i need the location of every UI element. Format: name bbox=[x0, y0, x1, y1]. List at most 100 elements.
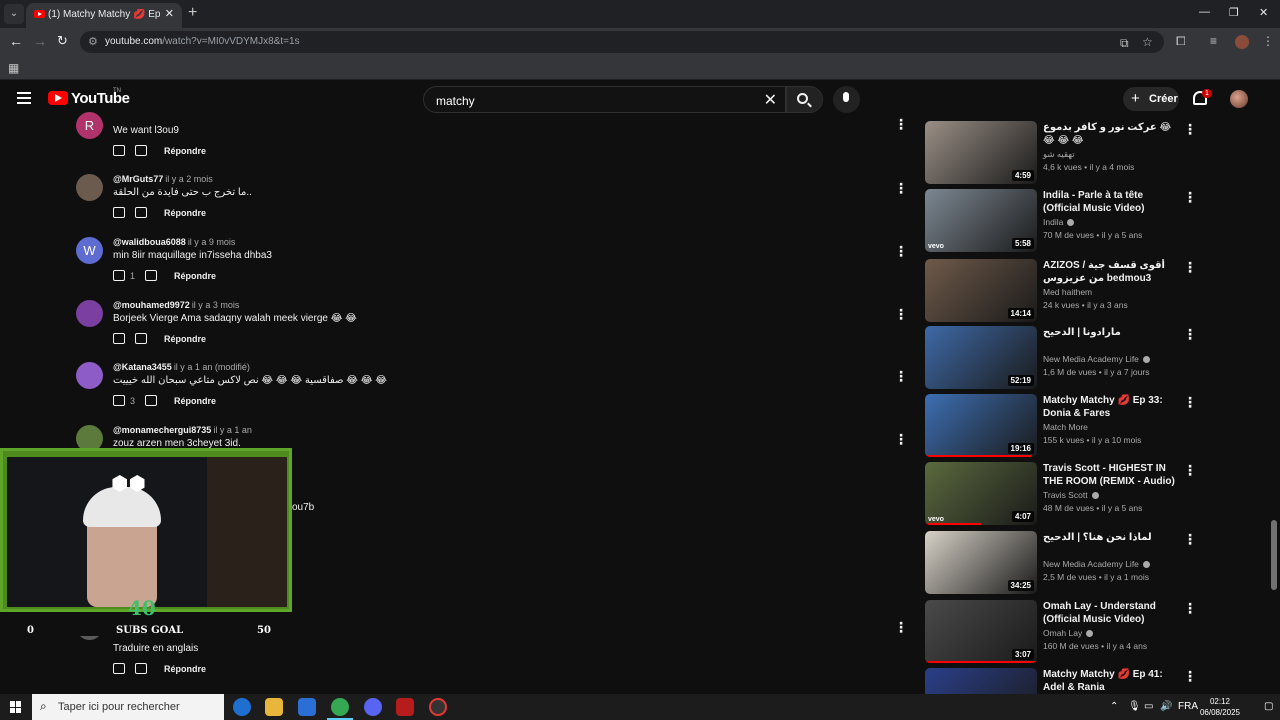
video-title[interactable]: Matchy Matchy 💋 Ep 33: Donia & Fares bbox=[1043, 394, 1181, 420]
discord-icon[interactable] bbox=[364, 698, 382, 716]
comment-avatar[interactable]: W bbox=[76, 237, 103, 264]
recommended-video[interactable]: 34:25 لماذا نحن هنا؟ | الدحيح New Media Ac… bbox=[925, 531, 1197, 595]
comment-author[interactable]: @MrGuts77 bbox=[113, 174, 163, 184]
recommended-video[interactable]: 14:14 AZIZOS / أقوى قسف جية من عزيزوس bed… bbox=[925, 259, 1197, 323]
video-more-icon[interactable]: ⋮ bbox=[1183, 600, 1197, 617]
reply-button[interactable]: Répondre bbox=[164, 146, 206, 156]
streaming-app-icon[interactable] bbox=[396, 698, 414, 716]
video-title[interactable]: Travis Scott - HIGHEST IN THE ROOM (REMI… bbox=[1043, 462, 1181, 488]
restore-icon[interactable]: ❐ bbox=[1229, 6, 1239, 19]
comment-time[interactable]: il y a 9 mois bbox=[188, 237, 236, 247]
browser-tab-active[interactable]: (1) Matchy Matchy 💋 Ep 24: H ✕ bbox=[26, 3, 182, 28]
minimize-icon[interactable]: — bbox=[1199, 6, 1210, 18]
like-icon[interactable] bbox=[113, 663, 125, 674]
video-more-icon[interactable]: ⋮ bbox=[1183, 121, 1197, 138]
comment-author[interactable]: @monamechergui8735 bbox=[113, 425, 211, 435]
video-more-icon[interactable]: ⋮ bbox=[1183, 394, 1197, 411]
like-icon[interactable] bbox=[113, 145, 125, 156]
system-clock[interactable]: 02:12 06/08/2025 bbox=[1199, 696, 1241, 718]
page-scrollbar[interactable] bbox=[1271, 520, 1277, 590]
site-info-icon[interactable]: ⚙ bbox=[88, 35, 98, 48]
edge-icon[interactable] bbox=[233, 698, 251, 716]
install-app-icon[interactable]: ⧉ bbox=[1120, 36, 1129, 51]
dislike-icon[interactable] bbox=[145, 270, 157, 281]
media-controls-icon[interactable]: ≡ bbox=[1210, 34, 1217, 48]
comment-avatar[interactable] bbox=[76, 362, 103, 389]
notification-center-icon[interactable]: ▢ bbox=[1264, 701, 1273, 712]
comment-more-icon[interactable]: ⋮ bbox=[894, 431, 908, 448]
like-icon[interactable] bbox=[113, 270, 125, 281]
recommended-video[interactable]: 52:19 مارادونا | الدحيح New Media Academy … bbox=[925, 326, 1197, 390]
video-thumbnail[interactable]: vevo 5:58 bbox=[925, 189, 1037, 252]
dislike-icon[interactable] bbox=[135, 663, 147, 674]
comment-time[interactable]: il y a 1 an bbox=[213, 425, 252, 435]
comment-more-icon[interactable]: ⋮ bbox=[894, 368, 908, 385]
forward-icon[interactable]: → bbox=[33, 33, 47, 49]
video-title[interactable]: Indila - Parle à ta tête (Official Music… bbox=[1043, 189, 1181, 215]
comment-avatar[interactable] bbox=[76, 300, 103, 327]
comment-more-icon[interactable]: ⋮ bbox=[894, 116, 908, 133]
close-window-icon[interactable]: ✕ bbox=[1259, 6, 1268, 19]
search-input[interactable]: matchy ✕ bbox=[423, 86, 786, 113]
browser-profile-avatar[interactable] bbox=[1235, 35, 1249, 49]
video-more-icon[interactable]: ⋮ bbox=[1183, 259, 1197, 276]
video-thumbnail[interactable]: 52:19 bbox=[925, 326, 1037, 389]
reply-button[interactable]: Répondre bbox=[164, 208, 206, 218]
bookmark-star-icon[interactable]: ☆ bbox=[1142, 35, 1153, 49]
reply-button[interactable]: Répondre bbox=[174, 271, 216, 281]
video-more-icon[interactable]: ⋮ bbox=[1183, 326, 1197, 343]
channel-name[interactable]: Match More bbox=[1043, 422, 1088, 432]
comment-more-icon[interactable]: ⋮ bbox=[894, 619, 908, 636]
comment-time[interactable]: il y a 2 mois bbox=[165, 174, 213, 184]
file-explorer-icon[interactable] bbox=[265, 698, 283, 716]
reload-icon[interactable]: ↻ bbox=[57, 33, 68, 49]
input-language[interactable]: FRA bbox=[1178, 701, 1198, 712]
channel-name[interactable]: تهقيه شو bbox=[1043, 149, 1075, 160]
translate-link[interactable]: Traduire en anglais bbox=[113, 643, 198, 654]
obs-icon[interactable] bbox=[429, 698, 447, 716]
network-icon[interactable]: ▭ bbox=[1144, 701, 1153, 712]
recommended-video[interactable]: vevo 5:58 Indila - Parle à ta tête (Offici… bbox=[925, 189, 1197, 253]
extensions-icon[interactable]: ⧠ bbox=[1176, 34, 1186, 49]
address-bar[interactable]: ⚙ youtube.com/watch?v=MI0vVDYMJx8&t=1s ⧉… bbox=[80, 31, 1164, 53]
video-title[interactable]: لماذا نحن هنا؟ | الدحيح bbox=[1043, 531, 1181, 544]
like-icon[interactable] bbox=[113, 207, 125, 218]
video-title[interactable]: عركت نور و كافر بدموع 😂 😂 😂 😂 bbox=[1043, 121, 1181, 147]
new-tab-button[interactable]: + bbox=[188, 4, 197, 22]
comment-more-icon[interactable]: ⋮ bbox=[894, 243, 908, 260]
apps-grid-icon[interactable]: ▦ bbox=[8, 61, 19, 75]
chrome-icon[interactable] bbox=[327, 698, 353, 720]
dislike-icon[interactable] bbox=[135, 207, 147, 218]
video-thumbnail[interactable]: 4:59 bbox=[925, 121, 1037, 184]
video-title[interactable]: مارادونا | الدحيح bbox=[1043, 326, 1181, 339]
video-more-icon[interactable]: ⋮ bbox=[1183, 462, 1197, 479]
channel-name[interactable]: Med haithem bbox=[1043, 287, 1092, 297]
reply-button[interactable]: Répondre bbox=[164, 334, 206, 344]
create-button[interactable]: + Créer bbox=[1123, 87, 1179, 111]
video-thumbnail[interactable]: 19:16 bbox=[925, 394, 1037, 457]
youtube-logo-icon[interactable] bbox=[48, 91, 68, 105]
video-title[interactable]: Omah Lay - Understand (Official Music Vi… bbox=[1043, 600, 1181, 626]
recommended-video[interactable]: 3:07 Omah Lay - Understand (Official Musi… bbox=[925, 600, 1197, 664]
video-title[interactable]: AZIZOS / أقوى قسف جية من عزيزوس bedmou3 … bbox=[1043, 259, 1181, 285]
microphone-tray-icon[interactable]: 🎙 bbox=[1128, 701, 1141, 712]
video-thumbnail[interactable]: 14:14 bbox=[925, 259, 1037, 322]
comment-author[interactable]: @Katana3455 bbox=[113, 362, 172, 372]
volume-icon[interactable]: 🔊 bbox=[1160, 701, 1172, 712]
windows-start-icon[interactable] bbox=[10, 701, 22, 713]
channel-name[interactable]: New Media Academy Life bbox=[1043, 354, 1150, 364]
tray-overflow-icon[interactable]: ⌃ bbox=[1110, 701, 1118, 712]
guide-menu-icon[interactable] bbox=[17, 92, 31, 107]
video-thumbnail[interactable]: 34:25 bbox=[925, 531, 1037, 594]
channel-name[interactable]: Travis Scott bbox=[1043, 490, 1099, 500]
comment-more-icon[interactable]: ⋮ bbox=[894, 180, 908, 197]
like-icon[interactable] bbox=[113, 333, 125, 344]
tab-search-button[interactable]: ⌄ bbox=[4, 4, 24, 24]
back-icon[interactable]: ← bbox=[9, 33, 23, 49]
comment-time[interactable]: il y a 1 an (modifié) bbox=[174, 362, 250, 372]
video-more-icon[interactable]: ⋮ bbox=[1183, 668, 1197, 685]
video-thumbnail[interactable]: vevo 4:07 bbox=[925, 462, 1037, 525]
search-button[interactable] bbox=[786, 86, 823, 113]
comment-avatar[interactable]: R bbox=[76, 112, 103, 139]
comment-author[interactable]: @walidboua6088 bbox=[113, 237, 186, 247]
